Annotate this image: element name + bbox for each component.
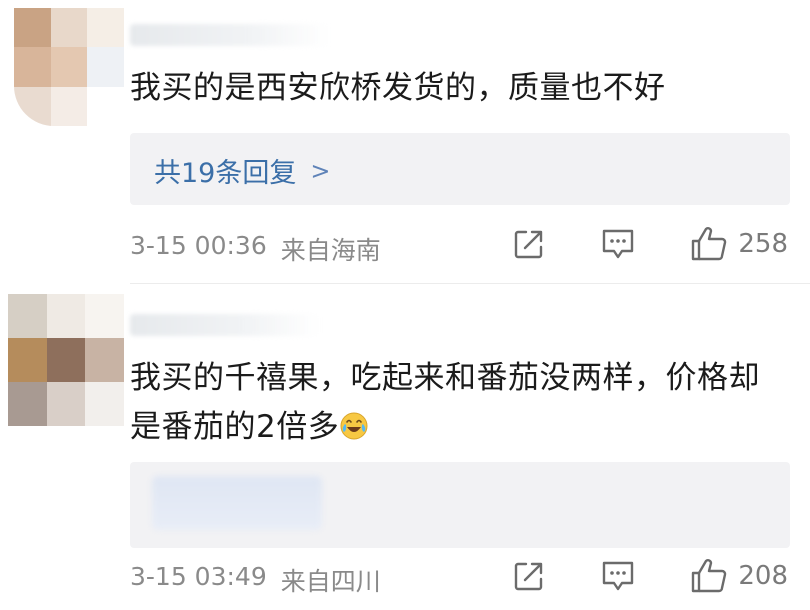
avatar[interactable] — [8, 294, 124, 426]
comment-time: 3-15 00:36 — [130, 231, 267, 260]
comment-item: 我买的是西安欣桥发货的，质量也不好 共19条回复 > 3-15 00:36 来自… — [0, 0, 810, 284]
share-button[interactable] — [512, 559, 546, 593]
comment-location: 来自四川 — [280, 567, 381, 596]
comment-feed: 我买的是西安欣桥发货的，质量也不好 共19条回复 > 3-15 00:36 来自… — [0, 0, 810, 610]
avatar-pixel — [46, 338, 86, 382]
avatar-pixel — [85, 382, 124, 426]
avatar-pixel — [85, 294, 124, 338]
like-count: 208 — [738, 561, 788, 591]
username-obscured[interactable] — [130, 24, 330, 46]
comment-icon — [603, 229, 634, 259]
share-button[interactable] — [512, 227, 546, 261]
avatar-pixel — [14, 8, 51, 48]
comment-item: 我买的千禧果，吃起来和番茄没两样，价格却是番茄的2倍多 3-15 03:49 来… — [0, 284, 810, 610]
comment-actions: 258 — [512, 226, 788, 262]
avatar-pixel — [87, 8, 124, 48]
reply-text-obscured — [152, 476, 322, 530]
comment-meta: 3-15 03:49 来自四川 — [130, 562, 381, 598]
reply-count-label: 共19条回复 — [154, 158, 297, 189]
comment-location: 来自海南 — [280, 236, 381, 265]
avatar-pixel — [50, 8, 88, 48]
comment-button[interactable] — [600, 227, 636, 261]
thumbs-up-icon — [692, 227, 727, 261]
avatar-pixel — [8, 294, 47, 338]
comment-text: 我买的千禧果，吃起来和番茄没两样，价格却是番茄的2倍多 — [130, 354, 790, 452]
thumbs-up-icon — [692, 559, 727, 593]
avatar[interactable] — [14, 8, 124, 126]
comment-actions: 208 — [512, 558, 788, 594]
avatar-pixel — [14, 86, 51, 126]
like-count: 258 — [738, 229, 788, 259]
avatar-pixel — [85, 338, 124, 382]
avatar-pixel — [87, 47, 124, 87]
comment-text: 我买的是西安欣桥发货的，质量也不好 — [130, 70, 666, 106]
avatar-pixel — [46, 294, 86, 338]
comment-button[interactable] — [600, 559, 636, 593]
share-icon — [515, 562, 543, 591]
avatar-pixel — [87, 86, 124, 126]
like-button[interactable]: 208 — [690, 558, 788, 594]
comment-time: 3-15 03:49 — [130, 562, 267, 591]
avatar-pixel — [8, 338, 47, 382]
like-button[interactable]: 258 — [690, 226, 788, 262]
comment-meta: 3-15 00:36 来自海南 — [130, 231, 381, 267]
comment-icon — [603, 561, 634, 591]
chevron-right-icon: > — [310, 156, 331, 185]
username-obscured[interactable] — [130, 314, 320, 336]
avatar-pixel — [46, 382, 86, 426]
view-replies-link[interactable]: 共19条回复 > — [154, 151, 330, 190]
reply-preview[interactable]: 共19条回复 > — [130, 133, 790, 205]
reply-preview[interactable] — [130, 462, 790, 548]
avatar-pixel — [50, 86, 88, 126]
laughing-crying-emoji-icon — [340, 412, 368, 440]
avatar-pixel — [50, 47, 88, 87]
avatar-pixel — [14, 47, 51, 87]
share-icon — [515, 230, 543, 259]
avatar-pixel — [8, 382, 47, 426]
comment-text-content: 我买的千禧果，吃起来和番茄没两样，价格却是番茄的2倍多 — [130, 360, 760, 445]
